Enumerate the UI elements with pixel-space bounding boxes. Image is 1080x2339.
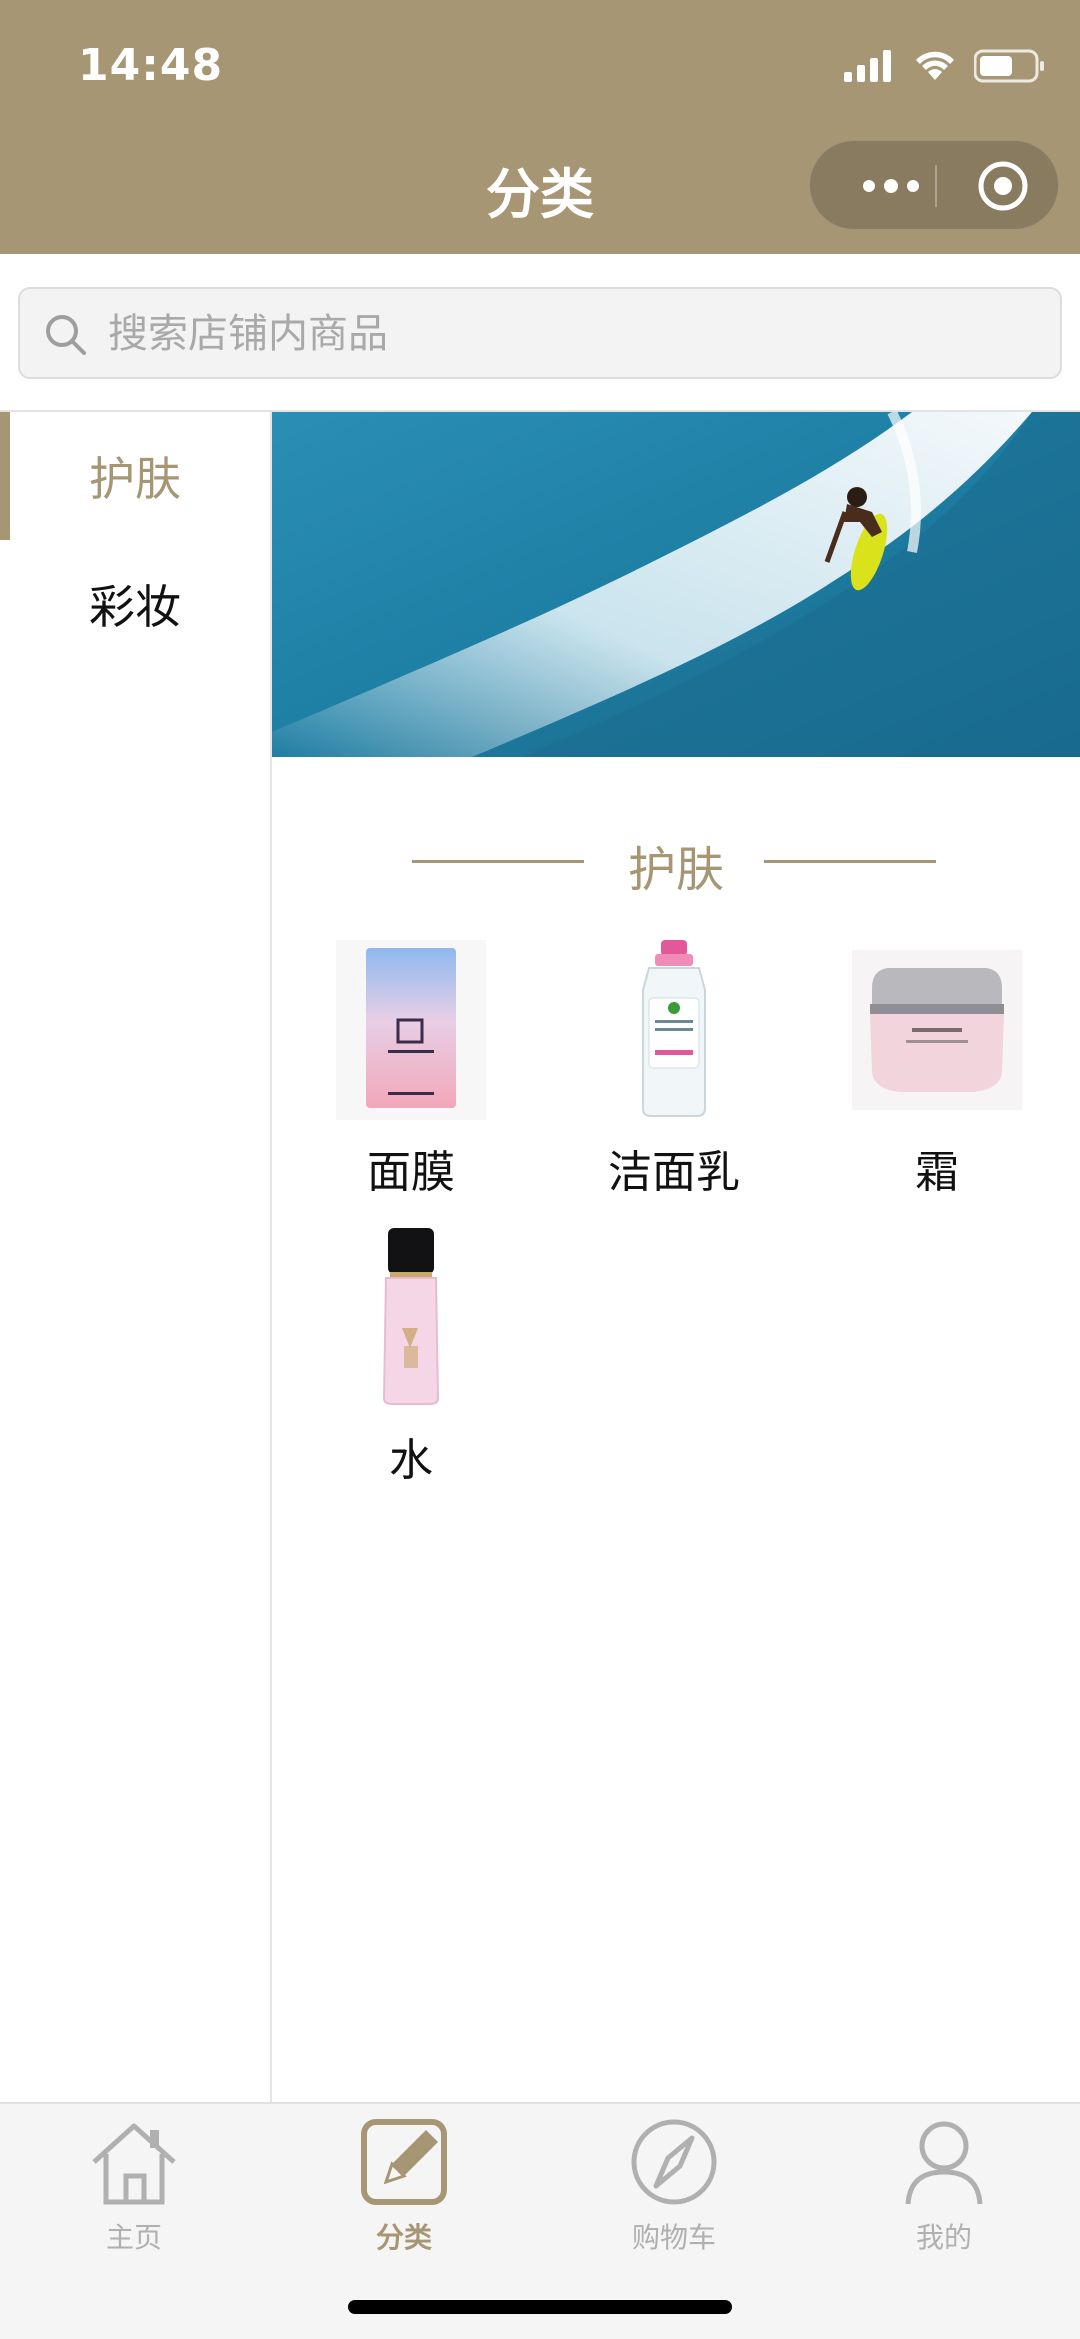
tab-me[interactable]: 我的 xyxy=(844,2114,1044,2254)
category-item-cream[interactable]: 霜 xyxy=(822,940,1052,1210)
wifi-icon xyxy=(916,51,954,80)
target-circle-icon xyxy=(978,161,1028,211)
search-input[interactable] xyxy=(108,303,1008,365)
home-indicator xyxy=(348,2300,732,2314)
category-item-label: 霜 xyxy=(915,1147,959,1198)
sidebar-item-skincare[interactable]: 护肤 xyxy=(0,412,270,540)
category-item-label: 洁面乳 xyxy=(608,1147,740,1198)
sidebar-item-label: 彩妆 xyxy=(89,580,181,634)
tab-label: 分类 xyxy=(375,2221,432,2254)
status-time: 14:48 xyxy=(78,40,224,91)
category-item-mask[interactable]: 面膜 xyxy=(296,940,526,1210)
category-content: 护肤 面膜 洁面乳 霜 水 xyxy=(272,412,1080,2102)
tab-category[interactable]: 分类 xyxy=(304,2114,504,2254)
sidebar-item-label: 护肤 xyxy=(89,452,181,506)
more-options-button[interactable] xyxy=(846,141,936,231)
cream-jar-image xyxy=(852,950,1022,1110)
user-icon xyxy=(905,2121,983,2205)
compass-icon xyxy=(631,2119,717,2205)
top-nav-bar: 14:48 分类 xyxy=(0,0,1080,254)
section-title-label: 护肤 xyxy=(627,842,724,898)
tab-label: 主页 xyxy=(105,2221,162,2254)
toner-bottle-image xyxy=(382,1228,440,1405)
category-item-cleanser[interactable]: 洁面乳 xyxy=(559,940,789,1210)
category-item-label: 水 xyxy=(389,1435,433,1486)
miniprogram-capsule xyxy=(809,140,1059,230)
status-icons xyxy=(844,46,1046,86)
home-icon xyxy=(92,2123,176,2205)
face-mask-pack-image xyxy=(336,940,486,1120)
capsule-divider xyxy=(935,165,937,207)
tab-home[interactable]: 主页 xyxy=(34,2114,234,2254)
cleanser-bottle-image xyxy=(642,940,706,1117)
section-title: 护肤 xyxy=(272,820,1080,900)
tab-label: 我的 xyxy=(915,2221,972,2254)
battery-icon xyxy=(974,49,1044,83)
tab-cart[interactable]: 购物车 xyxy=(574,2114,774,2254)
tab-label: 购物车 xyxy=(631,2221,716,2254)
banner-image[interactable] xyxy=(272,412,1080,757)
search-area xyxy=(0,254,1080,412)
category-item-toner[interactable]: 水 xyxy=(296,1228,526,1498)
search-box[interactable] xyxy=(18,287,1062,379)
category-edit-icon xyxy=(361,2119,447,2205)
category-item-label: 面膜 xyxy=(367,1147,455,1198)
surf-wave-image xyxy=(272,412,1080,757)
search-icon xyxy=(46,315,86,355)
category-sidebar: 护肤 彩妆 xyxy=(0,412,272,2102)
signal-icon xyxy=(844,50,891,82)
close-miniprogram-button[interactable] xyxy=(958,141,1048,231)
section-title-line-right xyxy=(764,860,936,863)
more-dots-icon xyxy=(863,179,919,193)
sidebar-item-makeup[interactable]: 彩妆 xyxy=(0,540,270,668)
